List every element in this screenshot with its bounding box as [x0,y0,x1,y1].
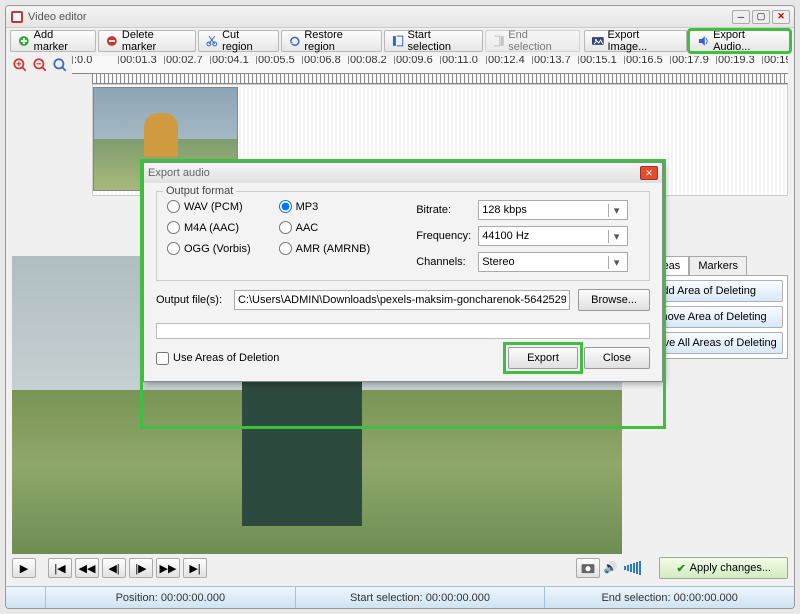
delete-marker-button[interactable]: Delete marker [98,30,196,52]
start-sel-icon [391,34,405,48]
channels-label: Channels: [416,256,474,268]
output-path-input[interactable] [234,290,570,310]
volume-bars[interactable] [624,561,641,575]
toolbar: Add marker Delete marker Cut region Rest… [6,28,794,54]
radio-mp3[interactable]: MP3 [279,200,371,213]
end-sel-icon [492,34,506,48]
dialog-title: Export audio [148,167,210,179]
frequency-select[interactable]: 44100 Hz▾ [478,226,628,246]
check-icon: ✔ [676,562,685,575]
app-icon [10,10,24,24]
radio-aac[interactable]: AAC [279,221,371,234]
output-format-group: Output format WAV (PCM) M4A (AAC) OGG (V… [156,191,650,281]
start-selection-button[interactable]: Start selection [384,30,483,52]
audio-icon [696,34,710,48]
frame-fwd-button[interactable]: |▶ [129,558,153,578]
window-title: Video editor [28,11,732,23]
restore-icon [288,34,302,48]
start-sel-value: 00:00:00.000 [426,592,490,604]
add-marker-button[interactable]: Add marker [10,30,96,52]
end-sel-value: 00:00:00.000 [674,592,738,604]
close-dialog-button[interactable]: Close [584,347,650,369]
dialog-close-button[interactable]: ✕ [640,166,658,180]
titlebar: Video editor ─ ▢ ✕ [6,6,794,28]
add-icon [17,34,31,48]
play-button[interactable]: ▶ [12,558,36,578]
radio-m4a[interactable]: M4A (AAC) [167,221,251,234]
progress-bar [156,323,650,339]
bitrate-label: Bitrate: [416,204,474,216]
frequency-label: Frequency: [416,230,474,242]
tab-markers[interactable]: Markers [689,256,747,275]
frame-back-button[interactable]: ◀| [102,558,126,578]
delete-icon [105,34,119,48]
export-audio-dialog: Export audio ✕ Output format WAV (PCM) M… [143,162,663,382]
maximize-button[interactable]: ▢ [752,10,770,24]
cut-icon [205,34,219,48]
group-title: Output format [163,185,236,197]
start-sel-label: Start selection: [350,592,423,604]
cut-region-button[interactable]: Cut region [198,30,278,52]
zoom-in-icon[interactable] [12,57,28,73]
output-files-label: Output file(s): [156,294,226,306]
status-bar: Position: 00:00:00.000 Start selection: … [6,586,794,608]
step-fwd-button[interactable]: ▶▶ [156,558,180,578]
zoom-fit-icon[interactable] [52,57,68,73]
end-selection-button: End selection [485,30,580,52]
chevron-down-icon: ▾ [608,256,624,269]
volume-icon[interactable]: 🔊 [603,561,617,575]
export-image-button[interactable]: Export Image... [584,30,688,52]
close-button[interactable]: ✕ [772,10,790,24]
go-end-button[interactable]: ▶| [183,558,207,578]
use-areas-checkbox[interactable]: Use Areas of Deletion [156,352,279,365]
chevron-down-icon: ▾ [608,230,624,243]
dialog-titlebar: Export audio ✕ [144,163,662,183]
radio-amr[interactable]: AMR (AMRNB) [279,242,371,255]
time-ruler[interactable]: :0.000:01.300:02.700:04.100:05.500:06.80… [72,56,788,74]
channels-select[interactable]: Stereo▾ [478,252,628,272]
bitrate-select[interactable]: 128 kbps▾ [478,200,628,220]
snapshot-button[interactable] [576,558,600,578]
export-button[interactable]: Export [508,347,578,369]
radio-wav[interactable]: WAV (PCM) [167,200,251,213]
position-label: Position: [116,592,158,604]
position-value: 00:00:00.000 [161,592,225,604]
minimize-button[interactable]: ─ [732,10,750,24]
image-icon [591,34,605,48]
go-start-button[interactable]: |◀ [48,558,72,578]
export-audio-button[interactable]: Export Audio... [689,30,790,52]
zoom-out-icon[interactable] [32,57,48,73]
apply-changes-button[interactable]: ✔Apply changes... [659,557,788,579]
restore-region-button[interactable]: Restore region [281,30,382,52]
step-back-button[interactable]: ◀◀ [75,558,99,578]
playback-controls: ▶ |◀ ◀◀ ◀| |▶ ▶▶ ▶| 🔊 ✔Apply changes... [12,556,788,580]
radio-ogg[interactable]: OGG (Vorbis) [167,242,251,255]
end-sel-label: End selection: [601,592,670,604]
browse-button[interactable]: Browse... [578,289,650,311]
chevron-down-icon: ▾ [608,204,624,217]
